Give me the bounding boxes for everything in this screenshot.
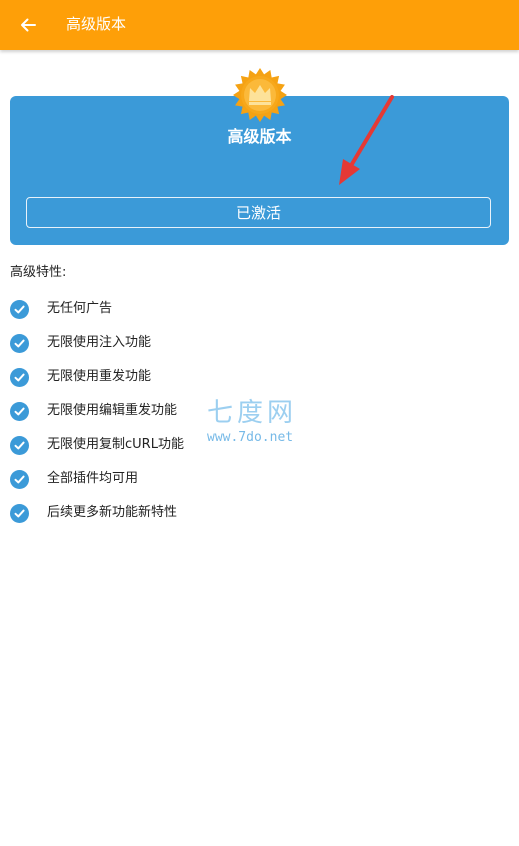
feature-label: 无限使用编辑重发功能 bbox=[47, 403, 178, 418]
card-title: 高级版本 bbox=[227, 127, 292, 146]
activated-button-label: 已激活 bbox=[235, 204, 281, 222]
activated-button[interactable]: 已激活 bbox=[26, 197, 491, 228]
check-circle-icon bbox=[10, 367, 29, 387]
feature-item: 无限使用重发功能 bbox=[10, 360, 310, 394]
feature-label: 无任何广告 bbox=[47, 301, 113, 316]
feature-label: 无限使用注入功能 bbox=[47, 335, 152, 350]
check-circle-icon bbox=[10, 401, 29, 421]
feature-item: 后续更多新功能新特性 bbox=[10, 496, 310, 530]
check-circle-icon bbox=[10, 299, 29, 319]
check-circle-icon bbox=[10, 333, 29, 353]
feature-label: 后续更多新功能新特性 bbox=[47, 505, 178, 520]
check-circle-icon bbox=[10, 469, 29, 489]
watermark-url: www.7do.net bbox=[207, 430, 294, 445]
feature-label: 无限使用复制cURL功能 bbox=[47, 437, 184, 452]
feature-item: 无限使用注入功能 bbox=[10, 326, 310, 360]
back-button[interactable] bbox=[10, 7, 46, 43]
check-circle-icon bbox=[10, 435, 29, 455]
feature-item: 全部插件均可用 bbox=[10, 462, 310, 496]
watermark: 七度网 www.7do.net bbox=[207, 398, 327, 454]
top-app-bar: 高级版本 bbox=[0, 0, 519, 50]
feature-label: 全部插件均可用 bbox=[47, 471, 139, 486]
red-arrow-icon bbox=[339, 95, 394, 185]
features-heading: 高级特性: bbox=[10, 265, 67, 280]
watermark-text: 七度网 bbox=[207, 398, 298, 428]
check-circle-icon bbox=[10, 503, 29, 523]
feature-item: 无任何广告 bbox=[10, 292, 310, 326]
page-title: 高级版本 bbox=[66, 15, 127, 33]
feature-label: 无限使用重发功能 bbox=[47, 369, 152, 384]
app-screen: 高级版本 高级版本 已激活 高级特性: 无任何广告 无限使用注入功能 无限使用重… bbox=[0, 0, 519, 846]
crown-badge-icon bbox=[233, 68, 287, 122]
arrow-left-icon bbox=[21, 18, 36, 32]
